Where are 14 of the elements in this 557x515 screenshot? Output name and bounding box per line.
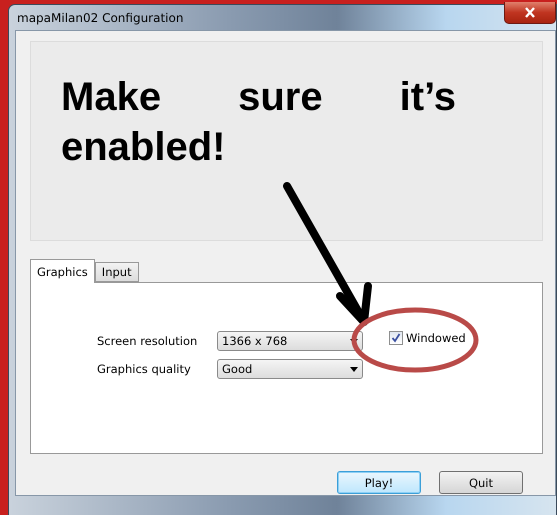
checkbox[interactable] — [389, 331, 403, 345]
window-title: mapaMilan02 Configuration — [16, 10, 184, 24]
banner-text: Make sure it’s enabled! — [61, 74, 456, 171]
field-label: Graphics quality — [97, 362, 192, 376]
tab[interactable]: Input — [94, 262, 139, 282]
field-label: Screen resolution — [97, 334, 198, 348]
dialog-button[interactable]: Quit — [439, 471, 523, 494]
close-icon — [524, 6, 536, 18]
tab[interactable]: Graphics — [30, 259, 95, 283]
dialog-button[interactable]: Play! — [337, 471, 421, 494]
close-button[interactable] — [504, 2, 556, 24]
dropdown[interactable]: Good — [217, 359, 363, 379]
caret-icon — [350, 366, 358, 372]
checkbox-label: Windowed — [406, 331, 466, 345]
